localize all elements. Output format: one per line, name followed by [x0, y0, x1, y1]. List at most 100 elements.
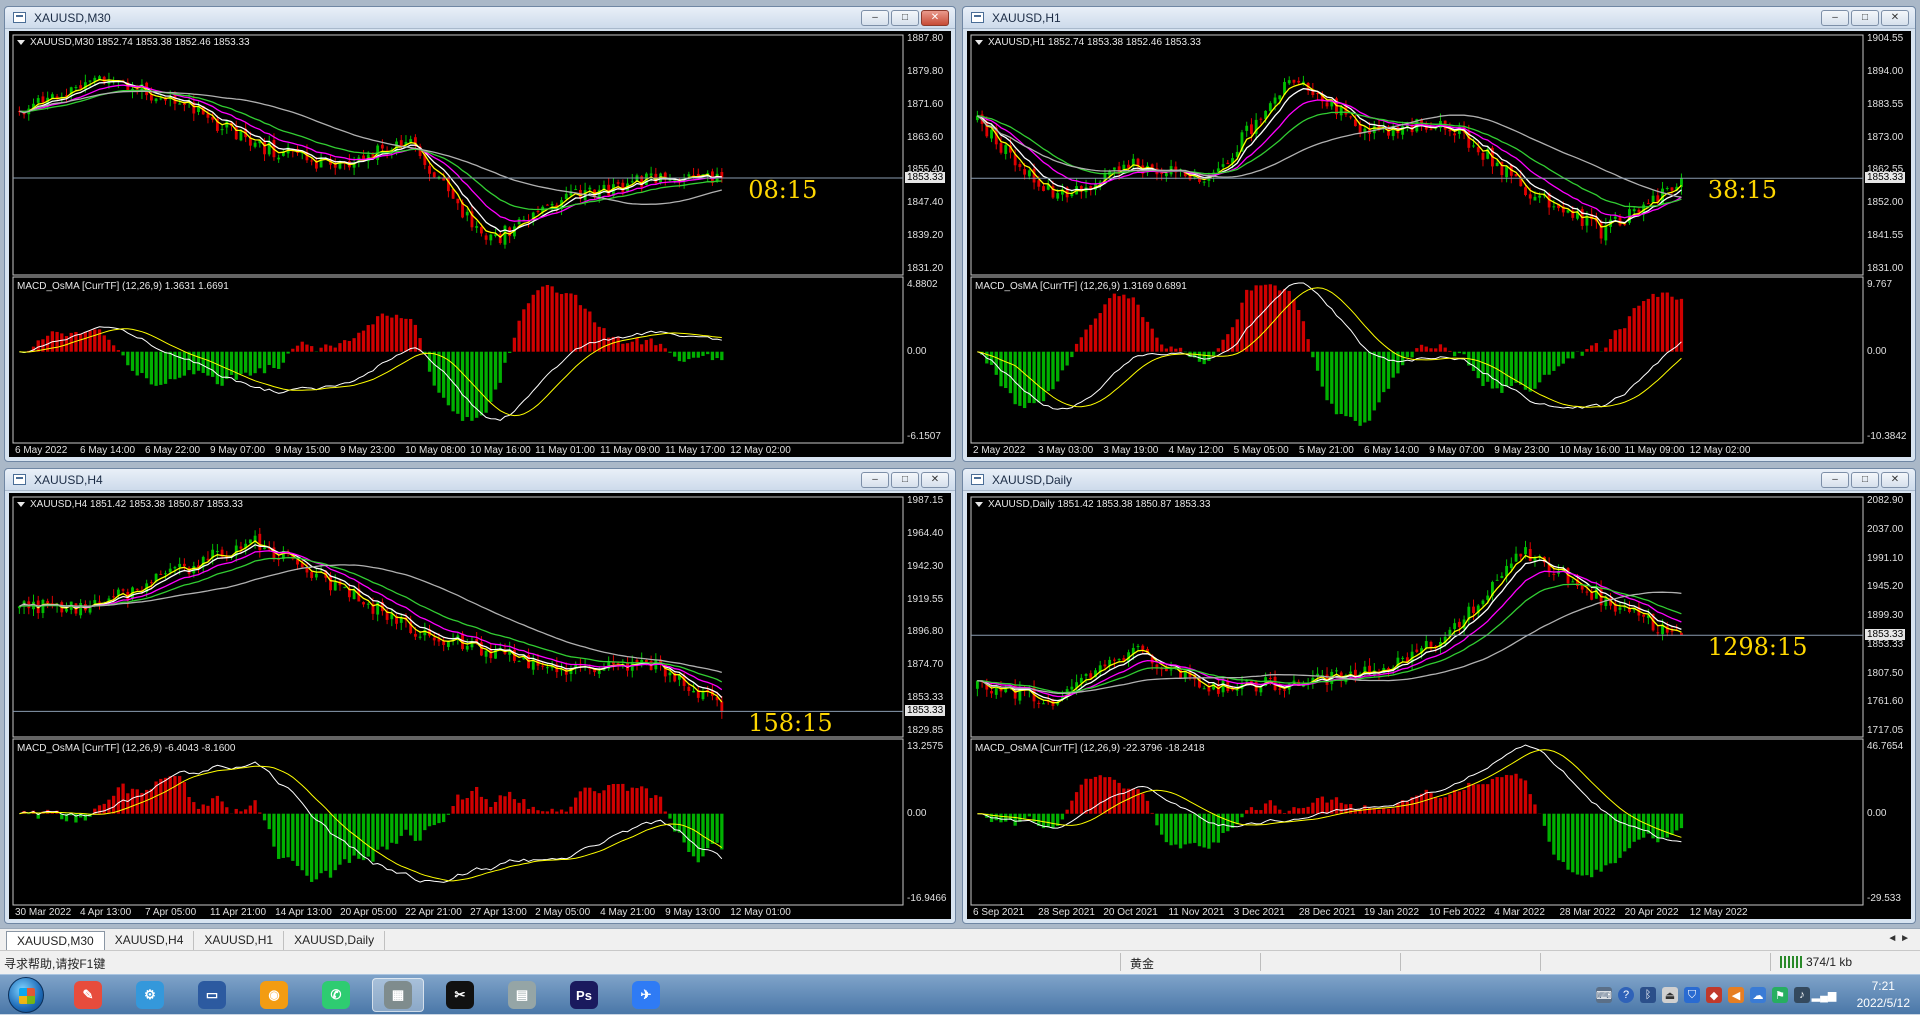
current-price-tag: 1853.33	[905, 705, 945, 716]
minimize-button[interactable]: ‒	[861, 472, 889, 488]
shield-icon[interactable]: ⛉	[1684, 987, 1700, 1003]
taskbar-button-metatrader[interactable]: ▦	[372, 978, 424, 1012]
chart-area[interactable]: XAUUSD,M30 1852.74 1853.38 1852.46 1853.…	[9, 31, 951, 457]
minimize-button[interactable]: ‒	[1821, 472, 1849, 488]
tab-scroll-arrows[interactable]: ◄ ►	[1887, 933, 1910, 944]
chart-canvas[interactable]	[9, 493, 953, 921]
macd-bar	[437, 352, 440, 393]
antivirus-icon[interactable]: ◆	[1706, 987, 1722, 1003]
macd-axis-label: 4.8802	[907, 279, 938, 290]
start-button[interactable]	[8, 977, 44, 1013]
macd-bar	[1666, 814, 1669, 838]
macd-bar	[433, 814, 436, 825]
candle-body	[1245, 126, 1248, 131]
macd-bar	[715, 352, 718, 358]
macd-bar	[1174, 349, 1177, 352]
macd-bar	[1434, 348, 1437, 351]
window-titlebar[interactable]: XAUUSD,Daily‒□✕	[963, 469, 1915, 491]
macd-bar	[1481, 352, 1484, 386]
chart-window-daily[interactable]: XAUUSD,Daily‒□✕ XAUUSD,Daily 1851.42 1853…	[962, 468, 1916, 924]
cloud-icon[interactable]: ☁	[1750, 987, 1766, 1003]
moving-average-line-2	[977, 560, 1681, 701]
taskbar-button-notepad[interactable]: ▤	[496, 978, 548, 1012]
chart-area[interactable]: XAUUSD,H1 1852.74 1853.38 1852.46 1853.3…	[967, 31, 1911, 457]
price-axis-label: 1964.40	[907, 528, 943, 539]
macd-bar	[664, 811, 667, 813]
window-titlebar[interactable]: XAUUSD,M30‒□✕	[5, 7, 955, 29]
maximize-button[interactable]: □	[891, 10, 919, 26]
chart-window-h4[interactable]: XAUUSD,H4‒□✕ XAUUSD,H4 1851.42 1853.38 18…	[4, 468, 956, 924]
tab-daily[interactable]: XAUUSD,Daily	[284, 931, 385, 950]
close-button[interactable]: ✕	[1881, 472, 1909, 488]
system-clock[interactable]: 7:21 2022/5/12	[1857, 978, 1910, 1012]
chart-area[interactable]: XAUUSD,H4 1851.42 1853.38 1850.87 1853.3…	[9, 493, 951, 919]
macd-bar	[197, 352, 200, 371]
window-titlebar[interactable]: XAUUSD,H1‒□✕	[963, 7, 1915, 29]
taskbar-button-feishu[interactable]: ✈	[620, 978, 672, 1012]
macd-bar	[178, 776, 181, 814]
macd-bar	[1519, 352, 1522, 385]
chart-info-label[interactable]: XAUUSD,Daily 1851.42 1853.38 1850.87 185…	[975, 499, 1210, 510]
macd-bar	[291, 349, 294, 352]
candle-body	[702, 692, 705, 699]
candle-body	[1326, 102, 1329, 106]
time-axis-label: 10 May 08:00	[405, 445, 466, 456]
macd-bar	[1335, 797, 1338, 813]
taskbar-button-capcut[interactable]: ✂	[434, 978, 486, 1012]
maximize-button[interactable]: □	[1851, 472, 1879, 488]
window-titlebar[interactable]: XAUUSD,H4‒□✕	[5, 469, 955, 491]
macd-bar	[1675, 814, 1678, 831]
macd-bar	[1486, 784, 1489, 814]
macd-bar	[640, 786, 643, 813]
speaker-icon[interactable]: ◀	[1728, 987, 1744, 1003]
chart-window-m30[interactable]: XAUUSD,M30‒□✕ XAUUSD,M30 1852.74 1853.38 …	[4, 6, 956, 462]
keyboard-icon[interactable]: ⌨	[1596, 987, 1612, 1003]
macd-bar	[1212, 352, 1215, 356]
chart-canvas[interactable]	[967, 493, 1913, 921]
macd-main-line	[977, 745, 1681, 842]
taskbar-button-monitor[interactable]: ▭	[186, 978, 238, 1012]
taskbar-button-media[interactable]: ◉	[248, 978, 300, 1012]
macd-bar	[371, 324, 374, 351]
chart-window-icon	[13, 474, 26, 485]
macd-bar	[296, 346, 299, 352]
macd-bar	[635, 338, 638, 352]
candle-body	[1472, 146, 1475, 147]
maximize-button[interactable]: □	[891, 472, 919, 488]
macd-bar	[1117, 296, 1120, 352]
macd-bar	[381, 814, 384, 847]
chart-window-h1[interactable]: XAUUSD,H1‒□✕ XAUUSD,H1 1852.74 1853.38 18…	[962, 6, 1916, 462]
help-icon[interactable]: ?	[1618, 987, 1634, 1003]
bluetooth-icon[interactable]: ᛒ	[1640, 987, 1656, 1003]
chart-area[interactable]: XAUUSD,Daily 1851.42 1853.38 1850.87 185…	[967, 493, 1911, 919]
taskbar-button-paint[interactable]: ✎	[62, 978, 114, 1012]
taskbar-button-wechat[interactable]: ✆	[310, 978, 362, 1012]
minimize-button[interactable]: ‒	[861, 10, 889, 26]
close-button[interactable]: ✕	[921, 472, 949, 488]
chart-canvas[interactable]	[967, 31, 1913, 459]
candle-body	[1141, 646, 1144, 650]
minimize-button[interactable]: ‒	[1821, 10, 1849, 26]
usb-icon[interactable]: ⏏	[1662, 987, 1678, 1003]
volume-icon[interactable]: ♪	[1794, 987, 1810, 1003]
candle-body	[466, 646, 469, 650]
chart-info-label[interactable]: XAUUSD,M30 1852.74 1853.38 1852.46 1853.…	[17, 37, 250, 48]
taskbar-button-network[interactable]: ⚙	[124, 978, 176, 1012]
signal-icon[interactable]: ▂▄▆	[1816, 987, 1832, 1003]
chart-canvas[interactable]	[9, 31, 953, 459]
taskbar-button-photoshop[interactable]: Ps	[558, 978, 610, 1012]
close-button[interactable]: ✕	[921, 10, 949, 26]
tab-h4[interactable]: XAUUSD,H4	[105, 931, 195, 950]
tab-m30[interactable]: XAUUSD,M30	[6, 931, 105, 950]
macd-bar	[1340, 803, 1343, 814]
maximize-button[interactable]: □	[1851, 10, 1879, 26]
flag-icon[interactable]: ⚑	[1772, 987, 1788, 1003]
macd-bar	[428, 352, 431, 372]
tab-h1[interactable]: XAUUSD,H1	[194, 931, 284, 950]
time-axis-label: 3 May 03:00	[1038, 445, 1093, 456]
close-button[interactable]: ✕	[1881, 10, 1909, 26]
chart-info-label[interactable]: XAUUSD,H4 1851.42 1853.38 1850.87 1853.3…	[17, 499, 243, 510]
chart-info-label[interactable]: XAUUSD,H1 1852.74 1853.38 1852.46 1853.3…	[975, 37, 1201, 48]
macd-bar	[999, 814, 1002, 823]
macd-axis-label: -6.1507	[907, 431, 941, 442]
